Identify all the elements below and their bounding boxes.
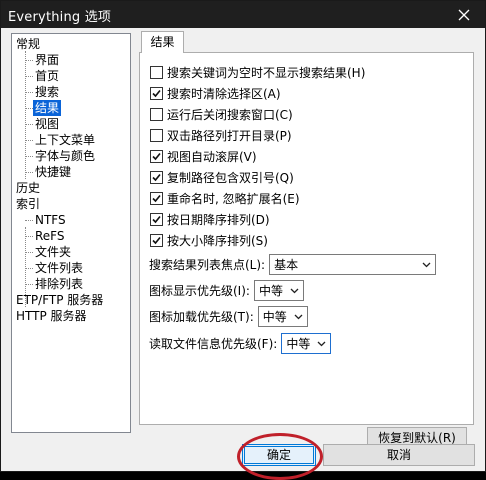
results-panel: 恢复到默认(R) 搜索关键词为空时不显示搜索结果(H) 搜索时清除选择区(A) 运行… bbox=[139, 52, 474, 449]
tree-connector bbox=[25, 124, 33, 125]
tree-item[interactable]: NTFS bbox=[33, 212, 68, 228]
checkbox-label: 按大小降序排列(S) bbox=[167, 234, 268, 248]
options-window: Everything 选项 常规 界面 首页 搜索 结果 视图 上下文菜单 字体与颜色 快捷键历… bbox=[0, 0, 486, 480]
tree-item[interactable]: 常规 bbox=[14, 36, 42, 52]
tree-connector bbox=[25, 92, 33, 93]
tree-connector bbox=[25, 172, 33, 173]
window-title: Everything 选项 bbox=[8, 10, 112, 25]
tree-item[interactable]: 上下文菜单 bbox=[33, 132, 97, 148]
title-bar[interactable]: Everything 选项 bbox=[1, 1, 485, 28]
chevron-down-icon bbox=[422, 262, 431, 267]
tree-connector bbox=[25, 156, 33, 157]
checkbox[interactable] bbox=[150, 129, 163, 142]
dropdown-select[interactable]: 中等 bbox=[257, 306, 308, 327]
option-checkbox-row[interactable]: 复制路径包含双引号(Q) bbox=[150, 169, 294, 186]
settings-tree[interactable]: 常规 界面 首页 搜索 结果 视图 上下文菜单 字体与颜色 快捷键 历史 索引 NTFS ReFS 文件夹… bbox=[11, 33, 131, 433]
tree-guide-line bbox=[25, 51, 26, 179]
dropdown-value: 中等 bbox=[258, 284, 283, 298]
checkbox-label: 复制路径包含双引号(Q) bbox=[167, 171, 294, 185]
priority-field-row: 搜索结果列表焦点(L): 基本 bbox=[149, 254, 437, 275]
tree-item[interactable]: 字体与颜色 bbox=[33, 148, 97, 164]
checked-checkbox[interactable] bbox=[150, 171, 163, 184]
dropdown-select[interactable]: 基本 bbox=[269, 254, 437, 275]
tree-item[interactable]: 视图 bbox=[33, 116, 61, 132]
chevron-down-icon bbox=[294, 314, 303, 319]
checkbox[interactable] bbox=[150, 108, 163, 121]
checkbox-label: 双击路径列打开目录(P) bbox=[167, 129, 292, 143]
option-checkbox-row[interactable]: 搜索时清除选择区(A) bbox=[150, 85, 281, 102]
field-label: 搜索结果列表焦点(L): bbox=[149, 258, 266, 272]
checked-checkbox[interactable] bbox=[150, 87, 163, 100]
tree-connector bbox=[25, 284, 33, 285]
tree-connector bbox=[25, 60, 33, 61]
dropdown-select[interactable]: 中等 bbox=[253, 280, 304, 301]
priority-field-row: 读取文件信息优先级(F): 中等 bbox=[149, 333, 332, 354]
tree-connector bbox=[25, 236, 33, 237]
dropdown-value: 中等 bbox=[286, 337, 311, 351]
option-checkbox-row[interactable]: 搜索关键词为空时不显示搜索结果(H) bbox=[150, 64, 365, 81]
checkbox-label: 运行后关闭搜索窗口(C) bbox=[167, 108, 293, 122]
option-checkbox-row[interactable]: 双击路径列打开目录(P) bbox=[150, 127, 292, 144]
tree-item[interactable]: HTTP 服务器 bbox=[14, 308, 89, 324]
field-label: 图标加载优先级(T): bbox=[149, 310, 254, 324]
checkbox[interactable] bbox=[150, 66, 163, 79]
tab-results[interactable]: 结果 bbox=[141, 31, 184, 53]
tree-connector bbox=[25, 268, 33, 269]
chevron-down-icon bbox=[290, 288, 299, 293]
dialog-body: 常规 界面 首页 搜索 结果 视图 上下文菜单 字体与颜色 快捷键 历史 索引 NTFS ReFS 文件夹… bbox=[1, 28, 485, 480]
tree-item[interactable]: 界面 bbox=[33, 52, 61, 68]
field-label: 读取文件信息优先级(F): bbox=[149, 337, 278, 351]
tree-item[interactable]: 索引 bbox=[14, 196, 42, 212]
option-checkbox-row[interactable]: 按日期降序排列(D) bbox=[150, 211, 270, 228]
tree-item[interactable]: 文件列表 bbox=[33, 260, 85, 276]
tree-item[interactable]: 文件夹 bbox=[33, 244, 73, 260]
tree-item[interactable]: ReFS bbox=[33, 228, 67, 244]
checked-checkbox[interactable] bbox=[150, 192, 163, 205]
dropdown-value: 基本 bbox=[274, 258, 299, 272]
checkbox-label: 按日期降序排列(D) bbox=[167, 213, 270, 227]
option-checkbox-row[interactable]: 运行后关闭搜索窗口(C) bbox=[150, 106, 293, 123]
tree-connector bbox=[25, 76, 33, 77]
checkbox-label: 视图自动滚屏(V) bbox=[167, 150, 257, 164]
tree-item[interactable]: 排除列表 bbox=[33, 276, 85, 292]
option-checkbox-row[interactable]: 视图自动滚屏(V) bbox=[150, 148, 257, 165]
tree-item[interactable]: 首页 bbox=[33, 68, 61, 84]
checkbox-label: 搜索时清除选择区(A) bbox=[167, 87, 281, 101]
tree-connector bbox=[25, 252, 33, 253]
checkbox-label: 搜索关键词为空时不显示搜索结果(H) bbox=[167, 66, 366, 80]
checked-checkbox[interactable] bbox=[150, 150, 163, 163]
tree-item[interactable]: 搜索 bbox=[33, 84, 61, 100]
close-button[interactable] bbox=[443, 1, 485, 28]
option-checkbox-row[interactable]: 重命名时, 忽略扩展名(E) bbox=[150, 190, 300, 207]
tree-connector bbox=[25, 108, 33, 109]
option-checkbox-row[interactable]: 按大小降序排列(S) bbox=[150, 232, 268, 249]
dropdown-value: 中等 bbox=[262, 310, 287, 324]
dropdown-select[interactable]: 中等 bbox=[281, 333, 332, 354]
tree-connector bbox=[25, 140, 33, 141]
tree-connector bbox=[25, 220, 33, 221]
close-icon bbox=[458, 9, 470, 20]
priority-field-row: 图标加载优先级(T): 中等 bbox=[149, 306, 308, 327]
tree-item[interactable]: 历史 bbox=[14, 180, 42, 196]
chevron-down-icon bbox=[317, 341, 326, 346]
priority-field-row: 图标显示优先级(I): 中等 bbox=[149, 280, 304, 301]
tree-item[interactable]: ETP/FTP 服务器 bbox=[14, 292, 105, 308]
checked-checkbox[interactable] bbox=[150, 234, 163, 247]
tree-item[interactable]: 结果 bbox=[33, 100, 62, 116]
checked-checkbox[interactable] bbox=[150, 213, 163, 226]
ok-button[interactable]: 确定 bbox=[242, 444, 316, 466]
checkbox-label: 重命名时, 忽略扩展名(E) bbox=[167, 192, 300, 206]
field-label: 图标显示优先级(I): bbox=[149, 284, 250, 298]
cancel-button[interactable]: 取消 bbox=[323, 444, 475, 466]
tree-item[interactable]: 快捷键 bbox=[33, 164, 73, 180]
